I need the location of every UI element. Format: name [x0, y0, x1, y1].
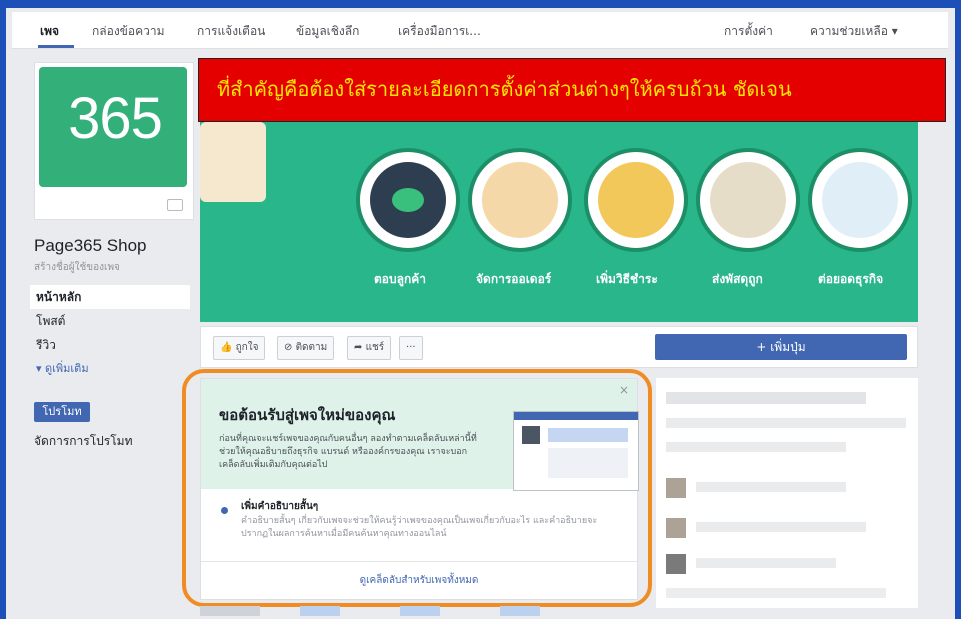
logo-background: 365: [39, 67, 187, 187]
sidebar-item-home[interactable]: หน้าหลัก: [30, 285, 190, 309]
logo-text: 365: [68, 86, 163, 151]
more-options-button[interactable]: ···: [399, 336, 423, 360]
sidebar-item-posts[interactable]: โพสต์: [30, 309, 190, 333]
sidebar-menu: หน้าหลัก โพสต์ รีวิว ▾ ดูเพิ่มเติม: [30, 285, 190, 381]
cover-label-reply: ตอบลูกค้า: [374, 272, 427, 286]
orders-illustration-circle: [468, 148, 572, 252]
tab-inbox[interactable]: กล่องข้อความ: [92, 22, 165, 41]
delivery-illustration-circle: [696, 148, 800, 252]
active-tab-indicator: [38, 45, 74, 48]
share-icon: ➦: [354, 342, 366, 353]
highlight-outline: [182, 369, 652, 607]
chat-bubble-icon: [392, 188, 424, 212]
tab-insights[interactable]: ข้อมูลเชิงลึก: [296, 22, 359, 41]
share-button[interactable]: ➦ แชร์: [347, 336, 392, 360]
sidebar-item-reviews[interactable]: รีวิว: [30, 333, 190, 357]
manage-promotions-link[interactable]: จัดการการโปรโมท: [34, 432, 133, 451]
page-top-nav: เพจ กล่องข้อความ การแจ้งเตือน ข้อมูลเชิง…: [12, 12, 948, 49]
screen-frame-left: [0, 0, 6, 619]
blurred-right-column: [656, 378, 918, 608]
tab-page[interactable]: เพจ: [40, 22, 59, 41]
shop-illustration: [200, 122, 266, 202]
rss-icon: ⊘: [284, 342, 296, 353]
annotation-banner: ที่สำคัญคือต้องใส่รายละเอียดการตั้งค่าส่…: [198, 58, 946, 122]
tab-settings[interactable]: การตั้งค่า: [724, 22, 773, 41]
screen-frame-right: [955, 0, 961, 619]
cover-label-payment: เพิ่มวิธีชำระ: [596, 272, 658, 286]
camera-icon[interactable]: [167, 199, 183, 211]
chat-illustration-circle: [356, 148, 460, 252]
page-title: Page365 Shop: [34, 236, 147, 255]
annotation-text: ที่สำคัญคือต้องใส่รายละเอียดการตั้งค่าส่…: [217, 77, 792, 101]
growth-illustration-circle: [808, 148, 912, 252]
follow-label: ติดตาม: [295, 342, 328, 353]
payment-illustration-circle: [584, 148, 688, 252]
add-button[interactable]: + เพิ่มปุ่ม: [655, 334, 907, 360]
profile-picture[interactable]: 365: [34, 62, 194, 220]
share-label: แชร์: [365, 342, 385, 353]
screen-frame-top: [0, 0, 961, 8]
cover-label-growth: ต่อยอดธุรกิจ: [818, 272, 884, 286]
tab-notifications[interactable]: การแจ้งเตือน: [197, 22, 265, 41]
promote-button[interactable]: โปรโมท: [34, 402, 90, 422]
page-action-bar: 👍 ถูกใจ ⊘ ติดตาม ➦ แชร์ ··· + เพิ่มปุ่ม: [200, 326, 918, 368]
cover-label-orders: จัดการออเดอร์: [476, 272, 552, 286]
tab-publishing-tools[interactable]: เครื่องมือการเ...: [398, 22, 481, 41]
follow-button[interactable]: ⊘ ติดตาม: [277, 336, 335, 360]
create-username-link[interactable]: สร้างชื่อผู้ใช้ของเพจ: [34, 260, 120, 275]
like-button[interactable]: 👍 ถูกใจ: [213, 336, 266, 360]
blurred-bottom-strip: [200, 606, 600, 616]
cover-label-shipping: ส่งพัสดุถูก: [712, 272, 763, 286]
sidebar-item-see-more[interactable]: ▾ ดูเพิ่มเติม: [30, 357, 190, 381]
tab-help[interactable]: ความช่วยเหลือ ▾: [810, 22, 898, 41]
